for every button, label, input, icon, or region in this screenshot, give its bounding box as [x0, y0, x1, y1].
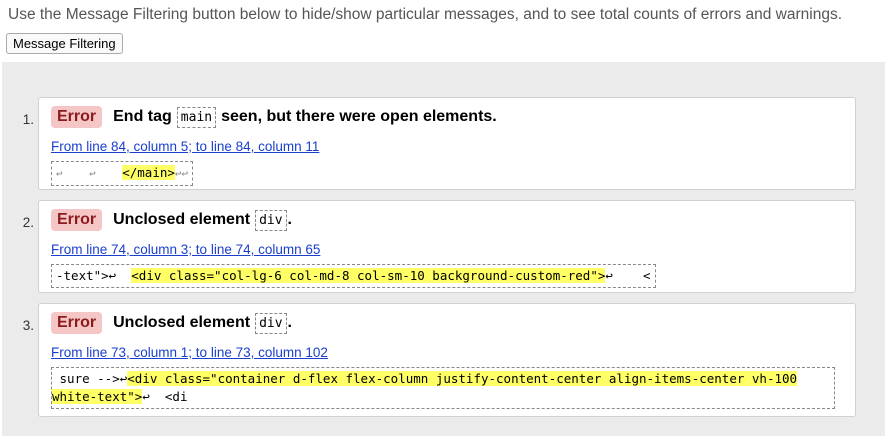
extract-highlight: </main>	[122, 165, 175, 180]
message-filtering-button[interactable]: Message Filtering	[6, 33, 123, 54]
code-extract: -text">↩ <div class="col-lg-6 col-md-8 c…	[51, 264, 656, 288]
extract-before: sure -->↩	[52, 371, 128, 386]
message-code: main	[176, 106, 217, 128]
message-line: Error Unclosed element div .	[51, 312, 292, 334]
extract-highlight: <div class="container d-flex flex-column…	[127, 371, 798, 386]
message-text-pre: Unclosed element	[113, 211, 251, 228]
message-code: div	[255, 209, 287, 231]
message-text-post: seen, but there were open elements.	[221, 108, 497, 125]
error-badge: Error	[51, 312, 103, 334]
message-line: Error End tag main seen, but there were …	[51, 106, 497, 128]
code-extract: sure -->↩<div class="container d-flex fl…	[51, 367, 835, 409]
extract-highlight: <div class="col-lg-6 col-md-8 col-sm-10 …	[131, 268, 606, 283]
location-link[interactable]: From line 74, column 3; to line 74, colu…	[51, 242, 320, 257]
message-text-pre: Unclosed element	[113, 314, 251, 331]
location-link[interactable]: From line 84, column 5; to line 84, colu…	[51, 139, 319, 154]
extract-before: -text">↩	[56, 268, 132, 283]
extract-highlight-cont: white-text">	[52, 389, 143, 404]
code-extract: ↩ ↩ </main>↩↩	[51, 161, 194, 186]
intro-text: Use the Message Filtering button below t…	[8, 6, 843, 23]
error-badge: Error	[51, 209, 103, 231]
message-number: 1.	[22, 112, 34, 127]
message-card-1: Error End tag main seen, but there were …	[38, 97, 856, 190]
extract-after: ↩↩	[174, 167, 189, 180]
message-number: 3.	[22, 318, 34, 333]
extract-after: ↩ <	[605, 268, 651, 283]
message-code: div	[255, 312, 287, 334]
extract-before: ↩ ↩	[56, 167, 123, 180]
message-card-3: Error Unclosed element div . From line 7…	[38, 303, 856, 417]
location-link[interactable]: From line 73, column 1; to line 73, colu…	[51, 345, 328, 360]
message-text-pre: End tag	[113, 108, 172, 125]
message-number: 2.	[22, 215, 34, 230]
error-badge: Error	[51, 106, 103, 128]
message-line: Error Unclosed element div .	[51, 209, 292, 231]
message-text-post: .	[287, 211, 292, 228]
results-panel: 1. Error End tag main seen, but there we…	[2, 62, 885, 436]
message-text-post: .	[287, 314, 292, 331]
message-card-2: Error Unclosed element div . From line 7…	[38, 200, 856, 293]
extract-after: ↩ <di	[142, 389, 188, 404]
